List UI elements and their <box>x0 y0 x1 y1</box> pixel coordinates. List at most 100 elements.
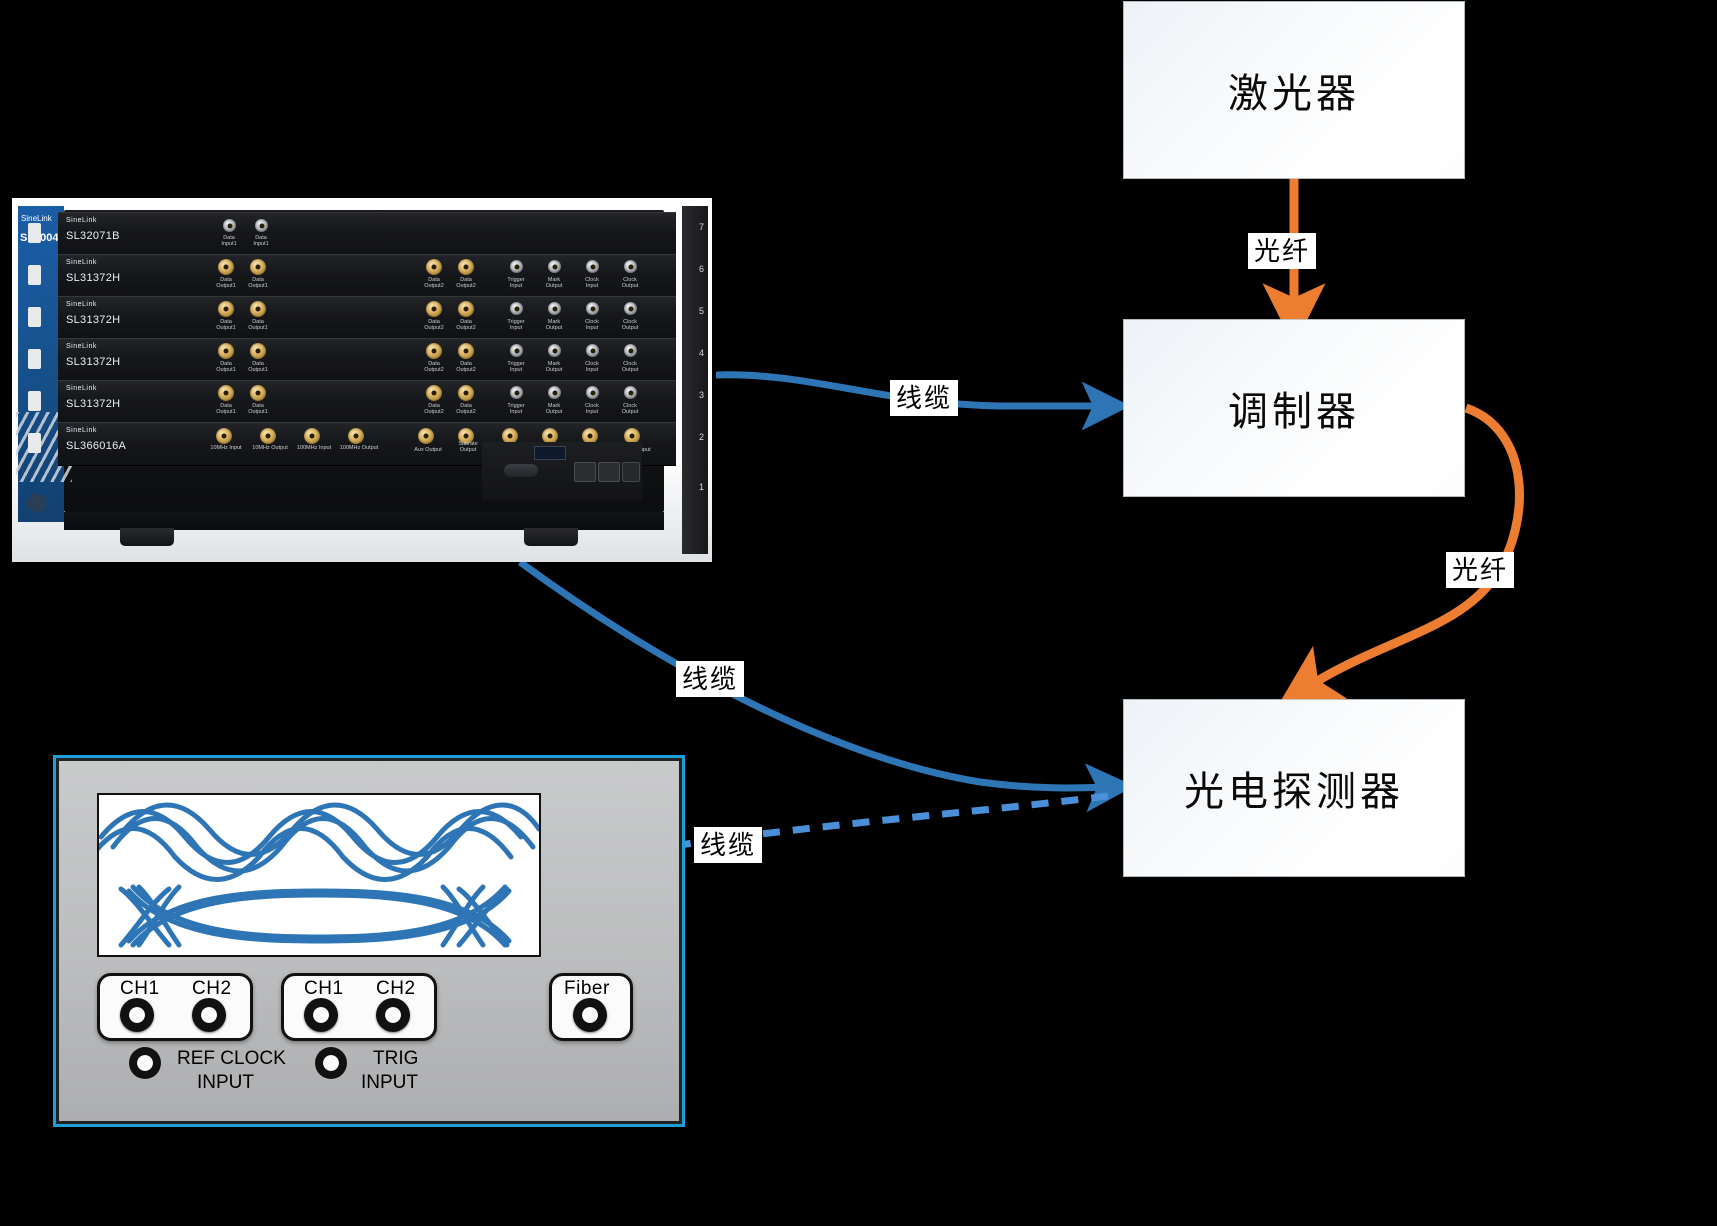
port-data-output2-a[interactable] <box>426 301 442 317</box>
port-label-data-output1-b: Data Output1 <box>248 319 268 331</box>
port-10mhz-output[interactable] <box>260 428 276 444</box>
port-label-clock-output: Clock Output <box>621 277 639 289</box>
module-2-model: SL31372H <box>66 314 121 326</box>
port-mark-output[interactable] <box>548 302 561 315</box>
port-data-output1-b[interactable] <box>250 343 266 359</box>
connector-label-fiber: Fiber <box>564 978 610 999</box>
port-data-output2-a[interactable] <box>426 385 442 401</box>
port-10mhz-input[interactable] <box>216 428 232 444</box>
rack-power-indicator <box>28 494 46 512</box>
rack-usb-port[interactable] <box>622 462 640 482</box>
connector-group-fiber[interactable]: Fiber <box>549 973 633 1041</box>
port-label-clock-input: Clock Input <box>585 277 599 289</box>
port-clock-input[interactable] <box>586 344 599 357</box>
port-data-output2-a[interactable] <box>426 343 442 359</box>
port-label-data-output2-b: Data Output2 <box>456 403 476 415</box>
block-photodetector[interactable]: 光电探测器 <box>1124 700 1464 876</box>
module-5-model: SL366016A <box>66 440 127 452</box>
port-100mhz-input[interactable] <box>304 428 320 444</box>
rack-ethernet-port-1[interactable] <box>574 462 596 482</box>
rack-module-3[interactable]: SineLink SL31372H Data Output1 Data Outp… <box>28 338 676 382</box>
port-clock-input[interactable] <box>586 386 599 399</box>
block-laser[interactable]: 激光器 <box>1124 2 1464 178</box>
port-label-clock-input: Clock Input <box>585 361 599 373</box>
module-3-model: SL31372H <box>66 356 121 368</box>
connector-group-2[interactable]: CH1 CH2 <box>281 973 437 1041</box>
port-label-data-output2-b: Data Output2 <box>456 277 476 289</box>
edge-label-cable-pd-scope: 线缆 <box>694 827 763 863</box>
bnc-connector-ch1[interactable] <box>304 998 338 1032</box>
rack-module-1[interactable]: SineLink SL31372H Data Output1 Data Outp… <box>28 254 676 298</box>
port-data-output1-b[interactable] <box>250 385 266 401</box>
port-trigger-input[interactable] <box>510 302 523 315</box>
port-clock-input[interactable] <box>586 302 599 315</box>
port-data-input1-a[interactable] <box>223 219 236 232</box>
port-data-output2-b[interactable] <box>458 385 474 401</box>
port-clock-input[interactable] <box>586 260 599 273</box>
fiber-connector-port[interactable] <box>573 998 607 1032</box>
oscilloscope-screen <box>88 793 542 957</box>
port-label-data-output1-b: Data Output1 <box>248 277 268 289</box>
trig-input-port[interactable] <box>315 1047 347 1079</box>
module-1-brand: SineLink <box>66 259 97 266</box>
bnc-connector-ch2[interactable] <box>376 998 410 1032</box>
slot-clip-icon <box>28 307 41 327</box>
block-modulator[interactable]: 调制器 <box>1124 320 1464 496</box>
port-mark-output[interactable] <box>548 386 561 399</box>
oscilloscope[interactable]: CH1 CH2 CH1 CH2 Fiber REF CLOCK INPUT TR… <box>56 758 682 1124</box>
port-clock-output[interactable] <box>624 260 637 273</box>
port-label-clock-output: Clock Output <box>621 361 639 373</box>
rack-module-2[interactable]: SineLink SL31372H Data Output1 Data Outp… <box>28 296 676 340</box>
bnc-connector-ch1[interactable] <box>120 998 154 1032</box>
port-data-output1-a[interactable] <box>218 259 234 275</box>
port-data-output2-b[interactable] <box>458 343 474 359</box>
port-label-data-input1-b: Data Input1 <box>253 235 269 247</box>
port-clock-output[interactable] <box>624 386 637 399</box>
module-1-model: SL31372H <box>66 272 121 284</box>
connector-group-1[interactable]: CH1 CH2 <box>97 973 253 1041</box>
port-trigger-input[interactable] <box>510 386 523 399</box>
port-label-clock-input: Clock Input <box>585 403 599 415</box>
bnc-connector-ch2[interactable] <box>192 998 226 1032</box>
port-100mhz-output[interactable] <box>348 428 364 444</box>
port-data-output1-a[interactable] <box>218 343 234 359</box>
slot-number-5: 5 <box>698 306 704 316</box>
slot-number-6: 6 <box>698 264 704 274</box>
edge-label-fiber-mod-pd: 光纤 <box>1446 552 1515 588</box>
port-data-output2-b[interactable] <box>458 259 474 275</box>
port-trigger-input[interactable] <box>510 260 523 273</box>
port-label-mark-output: Mark Output <box>545 319 563 331</box>
rack-io-panel[interactable] <box>482 442 642 500</box>
slot-clip-icon <box>28 265 41 285</box>
port-aux-output[interactable] <box>418 428 434 444</box>
block-laser-label: 激光器 <box>1228 72 1360 116</box>
port-data-output2-a[interactable] <box>426 259 442 275</box>
instrument-rack-photo[interactable]: SineLink SL3004B 7 6 5 4 3 2 1 SineLink … <box>12 198 712 562</box>
port-trigger-input[interactable] <box>510 344 523 357</box>
port-mark-output[interactable] <box>548 260 561 273</box>
port-data-output2-b[interactable] <box>458 301 474 317</box>
sine-trace-3 <box>88 826 514 882</box>
port-data-output1-a[interactable] <box>218 301 234 317</box>
port-clock-output[interactable] <box>624 302 637 315</box>
trig-input-label-line1: TRIG <box>373 1048 419 1069</box>
port-label-clock-output: Clock Output <box>621 319 639 331</box>
module-2-brand: SineLink <box>66 301 97 308</box>
ref-clock-input-label-line1: REF CLOCK <box>177 1048 286 1069</box>
port-data-output1-b[interactable] <box>250 301 266 317</box>
connector-label-ch1: CH1 <box>120 978 160 999</box>
port-clock-output[interactable] <box>624 344 637 357</box>
port-label-10mhz-output: 10MHz Output <box>252 445 288 451</box>
rack-ethernet-port-2[interactable] <box>598 462 620 482</box>
rack-module-0[interactable]: SineLink SL32071B Data Input1 Data Input… <box>28 212 676 256</box>
port-label-trigger-input: Trigger Input <box>507 361 525 373</box>
port-data-output1-b[interactable] <box>250 259 266 275</box>
ref-clock-input-port[interactable] <box>129 1047 161 1079</box>
port-label-mark-output: Mark Output <box>545 361 563 373</box>
port-mark-output[interactable] <box>548 344 561 357</box>
port-data-output1-a[interactable] <box>218 385 234 401</box>
rack-module-4[interactable]: SineLink SL31372H Data Output1 Data Outp… <box>28 380 676 424</box>
slot-clip-icon <box>28 391 41 411</box>
port-data-input1-b[interactable] <box>255 219 268 232</box>
rack-dsub-connector[interactable] <box>504 464 538 477</box>
